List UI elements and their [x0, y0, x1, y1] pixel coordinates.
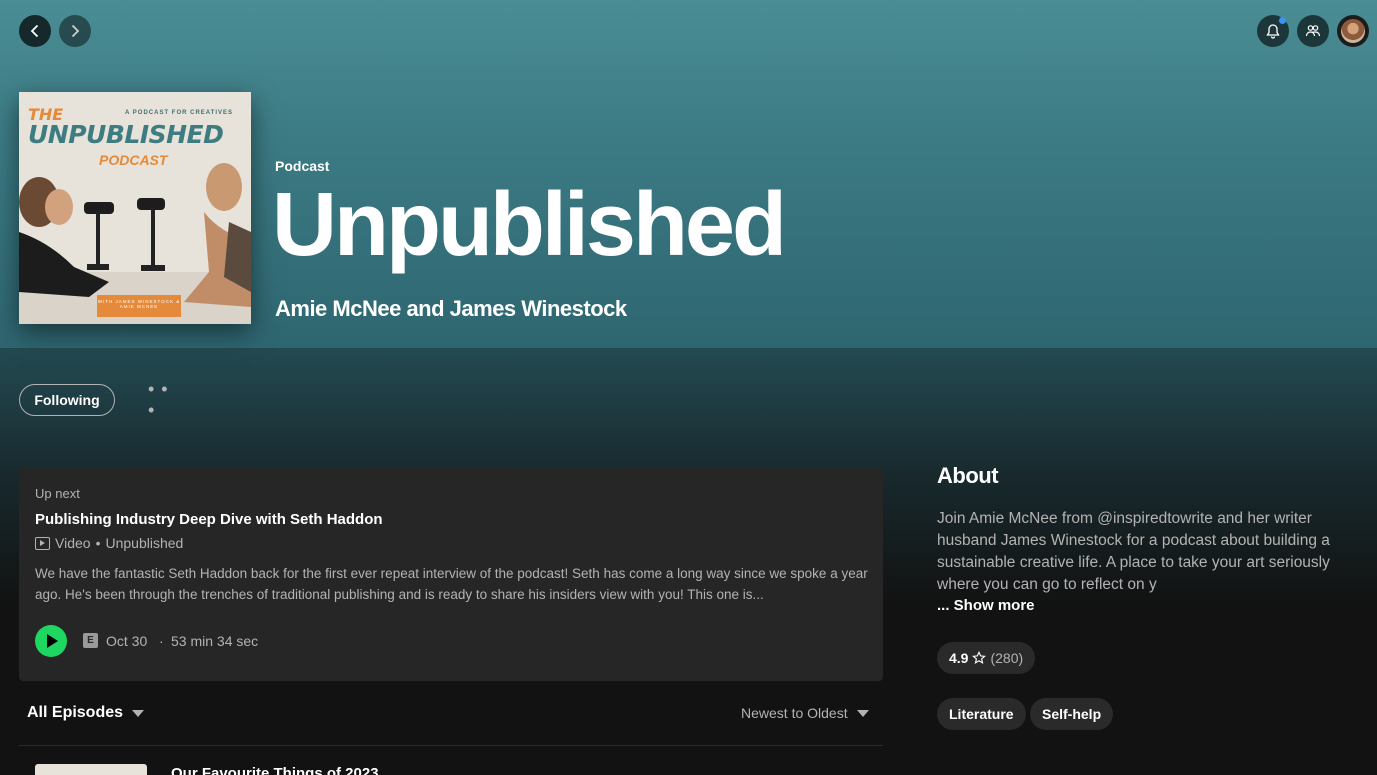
episodes-filter-label: All Episodes [27, 704, 124, 721]
chevron-left-icon [30, 24, 39, 38]
friend-activity-button[interactable] [1297, 15, 1329, 47]
up-next-card[interactable]: Up next Publishing Industry Deep Dive wi… [19, 467, 883, 681]
cover-hosts-band: WITH JAMES WINESTOCK & AMIE MCNEE [97, 295, 181, 317]
episode-duration: 53 min 34 sec [171, 633, 259, 649]
episodes-filter-dropdown[interactable]: All Episodes [27, 704, 145, 722]
tag-self-help[interactable]: Self-help [1030, 698, 1114, 730]
content-type-label: Podcast [275, 158, 330, 174]
episode-show-name[interactable]: Unpublished [105, 535, 183, 551]
meta-separator: • [95, 535, 101, 551]
notification-dot [1279, 17, 1286, 24]
episode-list-title[interactable]: Our Favourite Things of 2023 [171, 765, 379, 775]
show-more-link[interactable]: ... Show more [937, 597, 1035, 614]
date-duration-separator: · [159, 633, 164, 649]
tag-literature[interactable]: Literature [937, 698, 1026, 730]
star-icon [972, 651, 987, 664]
forward-button[interactable] [59, 15, 91, 47]
about-description: Join Amie McNee from @inspiredtowrite an… [937, 510, 1330, 593]
podcast-cover-art: THE A PODCAST FOR CREATIVES UNPUBLISHED … [19, 92, 251, 324]
episode-thumbnail[interactable] [35, 764, 147, 775]
about-heading: About [937, 463, 999, 488]
notifications-button[interactable] [1257, 15, 1289, 47]
sort-dropdown[interactable]: Newest to Oldest [741, 705, 869, 721]
episode-date: Oct 30 [106, 633, 148, 649]
page-title: Unpublished [272, 175, 787, 275]
cover-title: UNPUBLISHED [28, 120, 224, 149]
avatar [1341, 19, 1365, 43]
episode-media-type: Video [55, 535, 91, 551]
more-options-button[interactable]: • • • [148, 379, 178, 420]
back-button[interactable] [19, 15, 51, 47]
play-button[interactable] [35, 625, 67, 657]
caret-down-icon [856, 709, 869, 717]
video-icon [35, 536, 50, 550]
bell-icon [1266, 24, 1280, 39]
user-avatar-button[interactable] [1337, 15, 1369, 47]
episode-meta: Video • Unpublished [35, 535, 183, 551]
up-next-label: Up next [35, 486, 80, 501]
cover-tagline: A PODCAST FOR CREATIVES [125, 110, 234, 116]
podcast-authors[interactable]: Amie McNee and James Winestock [275, 296, 627, 322]
explicit-badge: E [83, 633, 98, 648]
following-button[interactable]: Following [19, 384, 115, 416]
episode-title[interactable]: Publishing Industry Deep Dive with Seth … [35, 511, 383, 528]
rating-count: (280) [990, 650, 1024, 666]
friends-icon [1305, 25, 1321, 37]
divider [19, 745, 883, 746]
rating-value: 4.9 [949, 650, 969, 666]
chevron-right-icon [71, 24, 80, 38]
cover-subtitle: PODCAST [99, 152, 168, 168]
episode-description: We have the fantastic Seth Haddon back f… [35, 566, 868, 602]
caret-down-icon [132, 709, 145, 717]
sort-label: Newest to Oldest [741, 705, 848, 721]
rating-badge[interactable]: 4.9 (280) [937, 642, 1036, 674]
